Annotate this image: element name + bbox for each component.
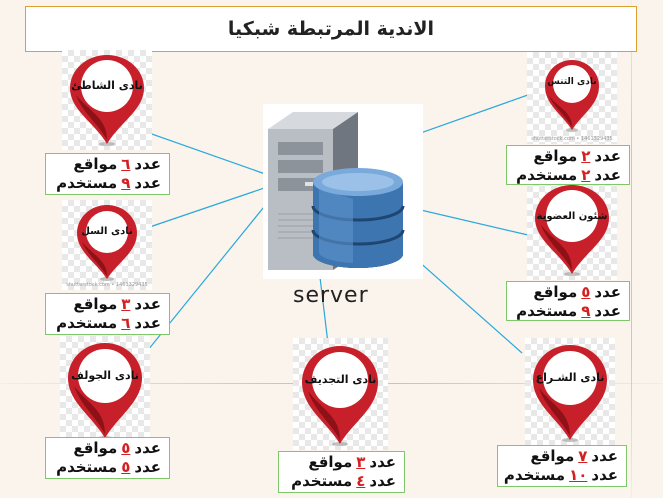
count-word: عدد	[134, 439, 161, 457]
sites-word: مواقع	[530, 447, 575, 465]
pin-beach-club: نادى الشاطئ	[62, 50, 152, 150]
users-word: مستخدم	[56, 314, 118, 332]
pin-sailing-club: نادى الشـراع	[525, 338, 615, 446]
location-pin-icon	[535, 185, 609, 276]
users-word: مستخدم	[56, 458, 118, 476]
sites-count: ٦	[121, 155, 131, 173]
location-pin-icon	[533, 345, 607, 442]
stats-box-rowing: عدد٣مواقع عدد٤مستخدم	[278, 451, 405, 493]
stats-box-membership: عدد٥مواقع عدد٩مستخدم	[506, 281, 630, 321]
count-word: عدد	[134, 314, 161, 332]
count-word: عدد	[134, 155, 161, 173]
location-pin-icon	[77, 205, 137, 281]
count-word: عدد	[594, 302, 621, 320]
location-pin-icon	[70, 55, 144, 146]
stats-box-sailing: عدد٧مواقع عدد١٠مستخدم	[497, 445, 627, 487]
stock-watermark: shutterstock.com • 1461329435	[66, 282, 148, 288]
count-word: عدد	[134, 174, 161, 192]
count-word: عدد	[134, 458, 161, 476]
location-pin-icon	[302, 346, 378, 446]
count-word: عدد	[594, 283, 621, 301]
location-pin-icon	[545, 60, 599, 132]
count-word: عدد	[591, 447, 618, 465]
sites-count: ٣	[356, 453, 366, 471]
club-name-tennis: نادى التنس	[547, 77, 597, 87]
users-word: مستخدم	[291, 472, 353, 490]
users-count: ٥	[121, 458, 131, 476]
users-word: مستخدم	[56, 174, 118, 192]
count-word: عدد	[591, 466, 618, 484]
sites-count: ٥	[581, 283, 591, 301]
users-count: ١٠	[569, 466, 588, 484]
users-count: ٢	[581, 166, 591, 184]
sites-count: ٥	[121, 439, 131, 457]
sites-word: مواقع	[73, 295, 118, 313]
club-name-beach: نادى الشاطئ	[71, 79, 143, 92]
pin-rowing-club: نادى التجديف	[293, 338, 388, 450]
club-name-rowing: نادى التجديف	[304, 373, 377, 386]
users-word: مستخدم	[516, 302, 578, 320]
users-word: مستخدم	[503, 466, 566, 484]
users-count: ٤	[356, 472, 366, 490]
pin-tennis-club: نادى التنس shutterstock.com • 1461329435	[527, 52, 617, 144]
sites-word: مواقع	[73, 439, 118, 457]
count-word: عدد	[134, 295, 161, 313]
sites-count: ٧	[578, 447, 588, 465]
club-name-golf: نادى الجولف	[71, 369, 139, 382]
club-name-sailing: نادى الشـراع	[535, 371, 605, 384]
sites-count: ٢	[581, 147, 591, 165]
stock-watermark: shutterstock.com • 1461329435	[531, 136, 613, 142]
count-word: عدد	[594, 166, 621, 184]
sites-word: مواقع	[533, 147, 578, 165]
users-count: ٩	[121, 174, 131, 192]
count-word: عدد	[369, 472, 396, 490]
users-count: ٩	[581, 302, 591, 320]
stats-box-sil: عدد٣مواقع عدد٦مستخدم	[45, 293, 170, 335]
pin-membership: شئون العضوية	[527, 180, 617, 280]
count-word: عدد	[594, 147, 621, 165]
sites-word: مواقع	[308, 453, 353, 471]
sites-word: مواقع	[533, 283, 578, 301]
stats-box-golf: عدد٥مواقع عدد٥مستخدم	[45, 437, 170, 479]
server-database-icon	[263, 104, 423, 279]
club-name-sil: نادى السل	[81, 226, 133, 237]
pin-sil-club: نادى السل shutterstock.com • 1461329435	[62, 200, 152, 290]
users-count: ٦	[121, 314, 131, 332]
users-word: مستخدم	[516, 166, 578, 184]
stats-box-tennis: عدد٢مواقع عدد٢مستخدم	[506, 145, 630, 185]
count-word: عدد	[369, 453, 396, 471]
sites-count: ٣	[121, 295, 131, 313]
server-label: server	[293, 283, 369, 308]
stats-box-beach: عدد٦مواقع عدد٩مستخدم	[45, 153, 170, 195]
location-pin-icon	[68, 343, 142, 440]
sites-word: مواقع	[73, 155, 118, 173]
club-name-membership: شئون العضوية	[536, 211, 608, 222]
pin-golf-club: نادى الجولف	[60, 336, 150, 444]
